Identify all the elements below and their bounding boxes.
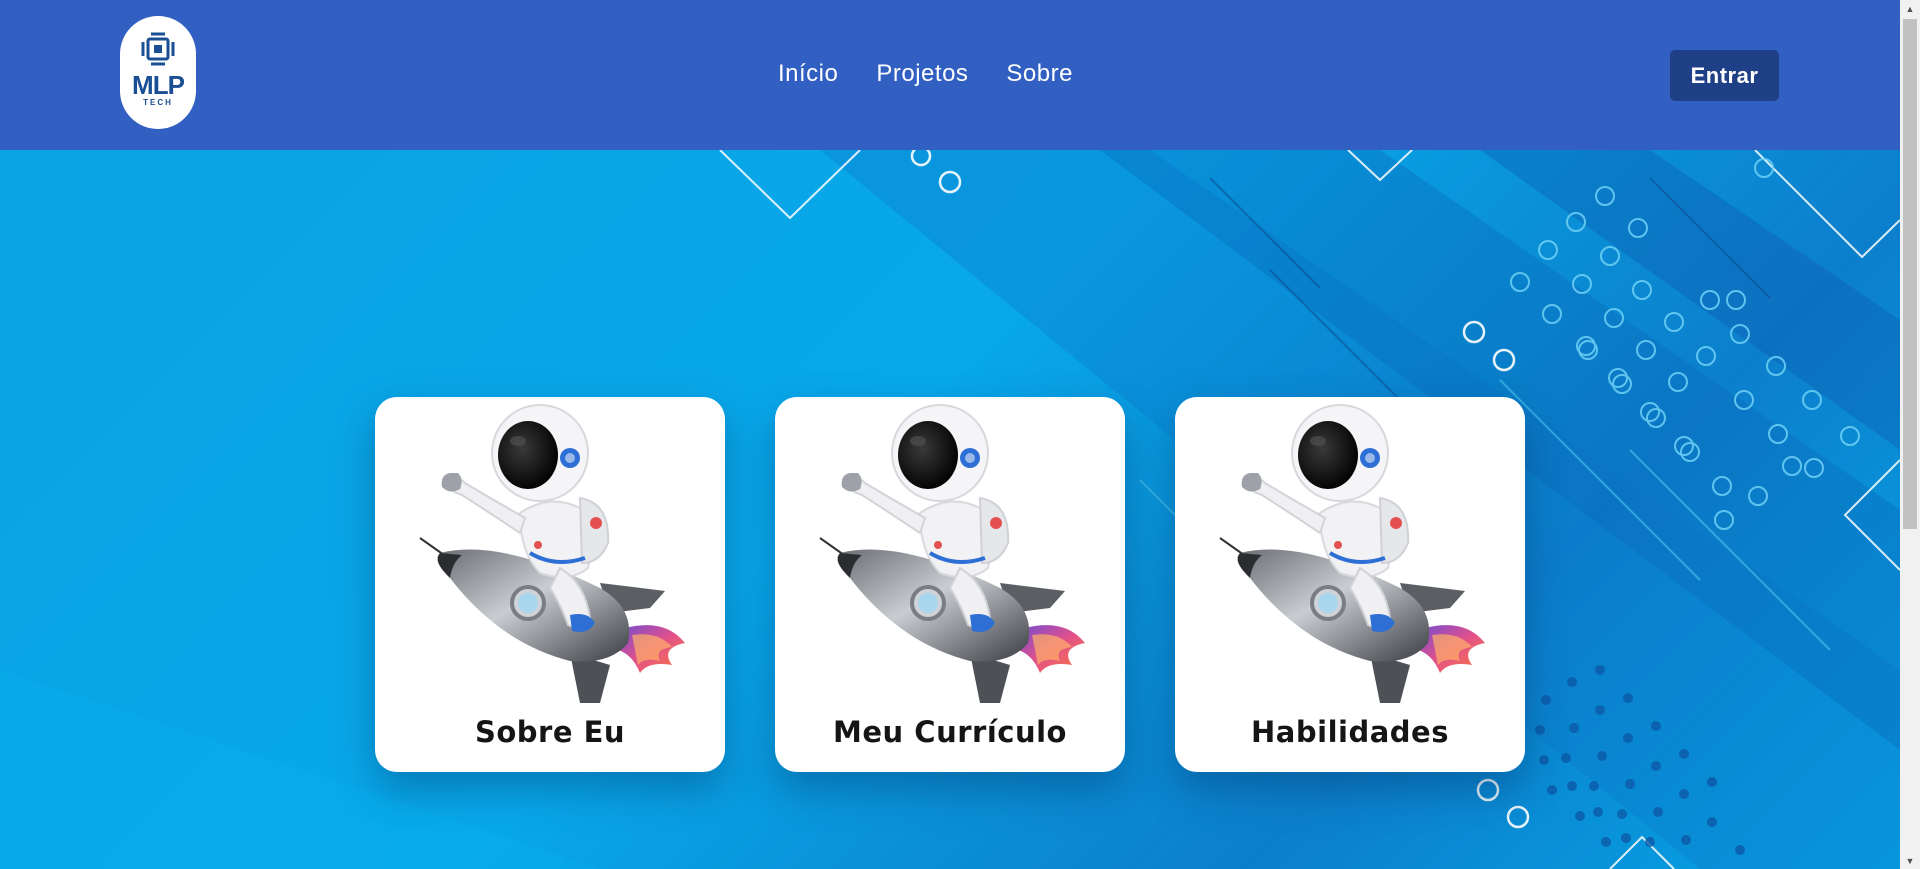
site-header: MLP TECH Início Projetos Sobre Entrar (0, 0, 1900, 150)
astronaut-rocket-icon (1210, 403, 1490, 713)
nav-link-sobre[interactable]: Sobre (1006, 58, 1073, 90)
brand-logo[interactable]: MLP TECH (120, 16, 196, 129)
chip-icon (141, 32, 175, 66)
page-scrollbar[interactable]: ▲ ▼ (1900, 0, 1920, 869)
card-title: Habilidades (1251, 715, 1449, 749)
card-title: Sobre Eu (474, 715, 626, 749)
nav-link-inicio[interactable]: Início (778, 58, 838, 90)
card-habilidades[interactable]: Habilidades (1175, 397, 1525, 772)
astronaut-rocket-icon (810, 403, 1090, 713)
astronaut-rocket-icon (410, 403, 690, 713)
logo-text: MLP (132, 70, 185, 100)
nav-link-projetos[interactable]: Projetos (876, 58, 968, 90)
main-nav: Início Projetos Sobre (778, 58, 1073, 90)
login-button[interactable]: Entrar (1670, 50, 1779, 101)
logo-tagline: TECH (143, 98, 173, 107)
scroll-down-icon[interactable]: ▼ (1900, 852, 1920, 869)
card-sobre-eu[interactable]: Sobre Eu (375, 397, 725, 772)
scroll-up-icon[interactable]: ▲ (1900, 0, 1920, 17)
card-meu-curriculo[interactable]: Meu Currículo (775, 397, 1125, 772)
card-title: Meu Currículo (833, 715, 1067, 749)
scrollbar-thumb[interactable] (1903, 19, 1917, 529)
